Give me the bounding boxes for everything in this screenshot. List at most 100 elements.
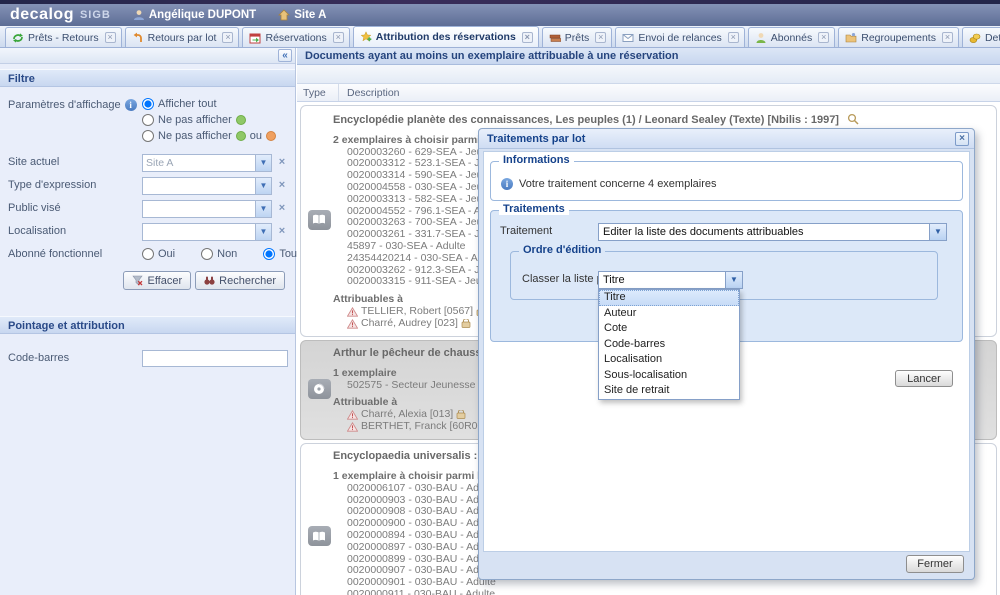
radio-ne-pas-afficher-2[interactable]: Ne pas afficher ou — [142, 129, 276, 143]
subscriber-icon — [755, 32, 767, 44]
radio-ne-pas-afficher-1[interactable]: Ne pas afficher — [142, 113, 276, 127]
chevron-down-icon[interactable]: ▼ — [255, 201, 271, 217]
tab-retours-par-lot[interactable]: Retours par lot × — [125, 27, 240, 47]
warning-icon — [347, 410, 358, 420]
info-icon: i — [501, 178, 513, 190]
tab-envoi-de-relances[interactable]: Envoi de relances × — [615, 27, 744, 47]
holds-icon — [461, 319, 471, 329]
documents-toolbar — [297, 65, 1000, 84]
dropdown-option[interactable]: Auteur — [599, 306, 739, 322]
current-user[interactable]: Angélique DUPONT — [133, 9, 256, 21]
documents-panel-title: Documents ayant au moins un exemplaire a… — [297, 48, 1000, 65]
radio-non[interactable]: Non — [201, 247, 237, 261]
tab-close-icon[interactable]: × — [942, 32, 953, 43]
radio-input[interactable] — [263, 248, 275, 260]
tab-close-icon[interactable]: × — [728, 32, 739, 43]
tab-close-icon[interactable]: × — [222, 32, 233, 43]
dropdown-option[interactable]: Sous-localisation — [599, 368, 739, 384]
chevron-down-icon[interactable]: ▼ — [255, 224, 271, 240]
site-label: Site actuel — [8, 154, 142, 168]
current-site[interactable]: Site A — [278, 9, 326, 21]
radio-input[interactable] — [142, 98, 154, 110]
warning-icon — [347, 422, 358, 432]
book-icon — [312, 531, 326, 542]
home-icon — [278, 9, 290, 21]
tab-dettes-reglements[interactable]: Dettes & Règlements × — [962, 27, 1000, 47]
tab-attribution-des-reservations[interactable]: Attribution des réservations × — [353, 26, 539, 47]
tab-close-icon[interactable]: × — [522, 32, 533, 43]
localisation-select[interactable]: ▼ — [142, 223, 272, 241]
barcode-label: Code-barres — [8, 350, 142, 364]
display-radio-group: Afficher tout Ne pas afficher Ne pas aff… — [142, 97, 276, 145]
radio-oui[interactable]: Oui — [142, 247, 175, 261]
dropdown-option[interactable]: Titre — [599, 290, 739, 306]
filter-form: Paramètres d'affichagei Afficher tout Ne… — [0, 87, 295, 290]
warning-icon — [347, 307, 358, 317]
site-select[interactable]: Site A ▼ — [142, 154, 272, 172]
order-legend: Ordre d'édition — [519, 244, 605, 256]
tab-reservations[interactable]: Réservations × — [242, 27, 349, 47]
close-dialog-button[interactable]: Fermer — [906, 555, 964, 573]
app-logo: decalog — [10, 6, 74, 24]
tab-close-icon[interactable]: × — [333, 32, 344, 43]
chevron-down-icon[interactable]: ▼ — [725, 272, 742, 288]
radio-input[interactable] — [142, 130, 154, 142]
app-header: decalog SIGB Angélique DUPONT Site A — [0, 4, 1000, 26]
expression-select[interactable]: ▼ — [142, 177, 272, 195]
localisation-label: Localisation — [8, 223, 142, 237]
dialog-title-bar[interactable]: Traitements par lot × — [479, 129, 974, 149]
sort-by-select[interactable]: Titre ▼ — [598, 271, 743, 289]
type-badge — [308, 526, 331, 546]
attribution-icon — [360, 31, 372, 43]
treatments-legend: Traitements — [499, 203, 569, 215]
tab-close-icon[interactable]: × — [105, 32, 116, 43]
clear-field-icon[interactable]: × — [275, 179, 289, 193]
chevron-down-icon[interactable]: ▼ — [255, 178, 271, 194]
treatment-label: Traitement — [500, 225, 552, 237]
radio-afficher-tout[interactable]: Afficher tout — [142, 97, 276, 111]
radio-input[interactable] — [142, 114, 154, 126]
magnifier-icon[interactable] — [847, 113, 859, 125]
radio-input[interactable] — [142, 248, 154, 260]
tab-close-icon[interactable]: × — [818, 32, 829, 43]
barcode-input[interactable] — [142, 350, 288, 367]
dropdown-option[interactable]: Localisation — [599, 352, 739, 368]
clear-field-icon[interactable]: × — [275, 202, 289, 216]
dropdown-option[interactable]: Cote — [599, 321, 739, 337]
treatment-select[interactable]: Editer la liste des documents attribuabl… — [598, 223, 947, 241]
tab-regroupements[interactable]: Regroupements × — [838, 27, 959, 47]
filter-section-header: Filtre — [0, 69, 295, 87]
collapse-sidebar-button[interactable]: « — [278, 49, 292, 62]
clear-field-icon[interactable]: × — [275, 156, 289, 170]
loans-icon — [549, 32, 561, 44]
column-description[interactable]: Description — [339, 84, 1000, 101]
sidebar-top-strip: « — [0, 48, 295, 64]
orange-status-dot — [266, 131, 276, 141]
chevron-down-icon[interactable]: ▼ — [929, 224, 946, 240]
clear-button[interactable]: Effacer — [123, 271, 191, 290]
dropdown-option[interactable]: Site de retrait — [599, 383, 739, 399]
tab-prets-retours[interactable]: Prêts - Retours × — [5, 27, 122, 47]
informations-fieldset: Informations i Votre traitement concerne… — [490, 161, 963, 201]
column-type[interactable]: Type — [297, 84, 339, 101]
dialog-footer: Fermer — [483, 553, 970, 575]
tab-bar: Prêts - Retours × Retours par lot × Rése… — [0, 26, 1000, 48]
clear-field-icon[interactable]: × — [275, 225, 289, 239]
radio-input[interactable] — [201, 248, 213, 260]
tab-prets[interactable]: Prêts × — [542, 27, 613, 47]
dialog-close-icon[interactable]: × — [955, 132, 969, 146]
disc-icon — [313, 383, 325, 395]
launch-button[interactable]: Lancer — [895, 370, 953, 387]
clear-filter-icon — [132, 275, 143, 286]
info-icon[interactable]: i — [125, 99, 137, 111]
dropdown-option[interactable]: Code-barres — [599, 337, 739, 353]
member-radio-group: Oui Non Tous — [142, 246, 303, 261]
search-button[interactable]: Rechercher — [195, 271, 285, 290]
public-select[interactable]: ▼ — [142, 200, 272, 218]
display-params-label: Paramètres d'affichagei — [8, 97, 142, 111]
chevron-down-icon[interactable]: ▼ — [255, 155, 271, 171]
type-badge — [308, 379, 331, 399]
tab-abonnes[interactable]: Abonnés × — [748, 27, 835, 47]
type-badge — [308, 210, 331, 230]
tab-close-icon[interactable]: × — [595, 32, 606, 43]
